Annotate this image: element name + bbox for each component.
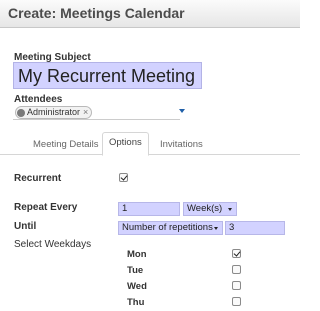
dropdown-arrow-icon [228, 208, 232, 211]
attendee-tag-label: Administrator [27, 107, 81, 117]
until-label: Until [14, 221, 37, 232]
recurrent-label: Recurrent [14, 173, 62, 184]
recurrent-checkbox[interactable] [119, 173, 128, 182]
until-mode-value: Number of repetitions [122, 222, 213, 233]
avatar-icon [17, 108, 25, 117]
tab-bar: Meeting Details Options Invitations [0, 132, 300, 156]
dialog-titlebar: Create: Meetings Calendar [0, 0, 300, 28]
until-count-input[interactable]: 3 [225, 221, 285, 235]
remove-tag-icon[interactable]: × [83, 107, 88, 118]
until-mode-select[interactable]: Number of repetitions [118, 221, 223, 235]
weekday-label-wed: Wed [127, 281, 147, 292]
repeat-every-input[interactable]: 1 [118, 202, 180, 216]
dropdown-arrow-icon[interactable] [179, 109, 185, 113]
repeat-every-label: Repeat Every [14, 202, 78, 213]
weekday-label-thu: Thu [127, 297, 145, 308]
repeat-unit-value: Week(s) [187, 203, 223, 214]
meeting-subject-input[interactable]: My Recurrent Meeting [13, 62, 202, 89]
dropdown-arrow-icon [214, 227, 218, 230]
tab-meeting-details[interactable]: Meeting Details [33, 139, 98, 150]
dialog-title: Create: Meetings Calendar [8, 5, 185, 21]
attendees-field[interactable]: Administrator × [13, 106, 185, 120]
attendee-tag[interactable]: Administrator × [15, 106, 93, 119]
weekday-label-mon: Mon [127, 249, 147, 260]
repeat-unit-select[interactable]: Week(s) [183, 202, 237, 216]
weekday-checkbox-wed[interactable] [232, 281, 241, 290]
tab-invitations[interactable]: Invitations [160, 139, 203, 150]
weekday-label-tue: Tue [127, 265, 144, 276]
tab-options[interactable]: Options [102, 132, 149, 156]
weekday-checkbox-tue[interactable] [232, 265, 241, 274]
weekday-checkbox-thu[interactable] [232, 297, 241, 306]
attendees-label: Attendees [14, 94, 63, 105]
select-weekdays-label: Select Weekdays [14, 239, 92, 250]
weekday-checkbox-mon[interactable] [232, 249, 241, 258]
